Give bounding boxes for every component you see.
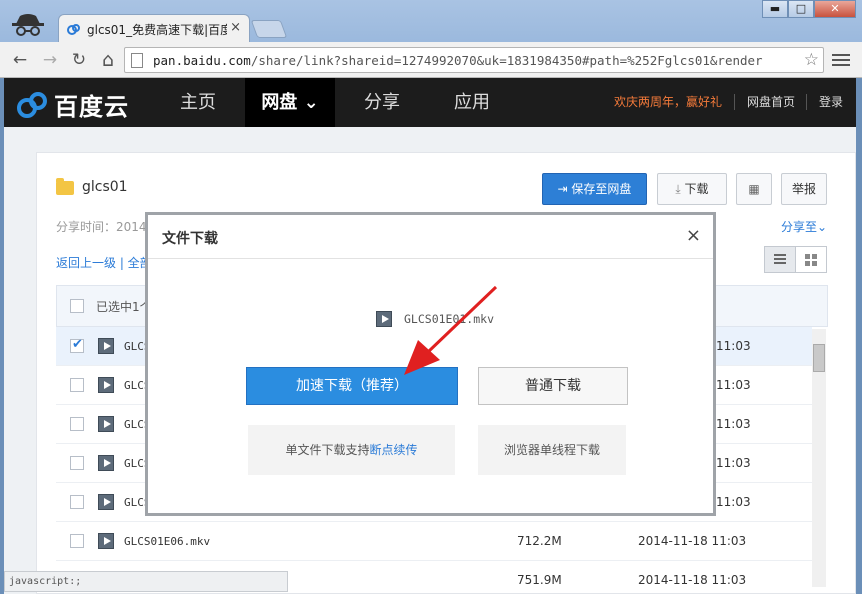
url-text: pan.baidu.com/share/link?shareid=1274992… (153, 53, 763, 68)
row-checkbox[interactable] (70, 378, 84, 392)
row-checkbox[interactable] (70, 417, 84, 431)
selected-count: 已选中1个 (96, 300, 152, 314)
forward-icon[interactable]: → (38, 48, 62, 72)
video-file-icon (98, 533, 114, 549)
promo-link[interactable]: 欢庆两周年，赢好礼 (614, 93, 722, 110)
report-button[interactable]: 举报 (781, 173, 827, 205)
file-date: 11:03 (716, 339, 751, 353)
incognito-icon (12, 14, 44, 36)
video-file-icon (98, 494, 114, 510)
row-checkbox[interactable] (70, 534, 84, 548)
home-icon[interactable]: ⌂ (96, 48, 120, 72)
window-controls: ▬ □ ✕ (762, 0, 856, 18)
qr-code-icon: ▦ (748, 182, 760, 196)
baidu-top-nav: 百度云 主页 网盘 ⌄ 分享 应用 欢庆两周年，赢好礼 网盘首页 登录 (4, 78, 856, 127)
address-bar[interactable]: pan.baidu.com/share/link?shareid=1274992… (124, 47, 824, 73)
download-button[interactable]: ⤓ 下载 (657, 173, 727, 205)
file-size: 751.9M (517, 573, 562, 587)
grid-view-icon (805, 254, 817, 266)
normal-download-tip: 浏览器单线程下载 (478, 425, 626, 475)
netdisk-home-link[interactable]: 网盘首页 (747, 93, 795, 110)
qr-code-button[interactable]: ▦ (736, 173, 772, 205)
fast-download-tip: 单文件下载支持断点续传 (248, 425, 455, 475)
folder-icon (56, 178, 74, 195)
video-file-icon (98, 377, 114, 393)
dialog-file-name: GLCS01E01.mkv (404, 312, 495, 326)
reload-icon[interactable]: ↻ (67, 48, 91, 72)
row-checkbox[interactable] (70, 456, 84, 470)
share-to-dropdown[interactable]: 分享至⌄ (781, 218, 827, 235)
row-checkbox[interactable] (70, 495, 84, 509)
close-window-button[interactable]: ✕ (814, 0, 856, 18)
nav-netdisk[interactable]: 网盘 ⌄ (245, 78, 335, 127)
file-download-dialog: 文件下载 × GLCS01E01.mkv 加速下载（推荐） 普通下载 单文件下载… (145, 212, 716, 516)
file-date: 2014-11-18 11:03 (638, 573, 747, 587)
nav-divider (734, 94, 735, 110)
normal-download-button[interactable]: 普通下载 (478, 367, 628, 405)
grid-view-button[interactable] (795, 246, 827, 273)
tab-title: glcs01_免费高速下载|百度 (87, 23, 227, 37)
video-file-icon (98, 416, 114, 432)
file-date: 11:03 (716, 378, 751, 392)
file-date: 2014-11-18 11:03 (638, 534, 747, 548)
file-size: 712.2M (517, 534, 562, 548)
login-link[interactable]: 登录 (819, 93, 843, 110)
fast-download-button[interactable]: 加速下载（推荐） (246, 367, 458, 405)
tab-close-icon[interactable]: × (230, 20, 241, 35)
page-icon (131, 53, 143, 68)
download-icon: ⤓ (675, 182, 685, 196)
baidu-cloud-favicon-icon (67, 24, 80, 35)
file-date: 11:03 (716, 456, 751, 470)
baidu-cloud-logo[interactable]: 百度云 (16, 87, 129, 122)
dialog-title: 文件下载 (162, 231, 218, 247)
breadcrumb[interactable]: 返回上一级 | 全部 (56, 254, 152, 271)
save-icon: ⇥ (557, 182, 572, 196)
video-file-icon (98, 455, 114, 471)
scrollbar-thumb[interactable] (813, 344, 825, 372)
save-to-netdisk-button[interactable]: ⇥ 保存至网盘 (542, 173, 647, 205)
browser-tab[interactable]: glcs01_免费高速下载|百度 × (58, 14, 250, 42)
new-tab-button[interactable] (250, 20, 288, 38)
list-view-button[interactable] (764, 246, 796, 273)
video-file-icon (98, 338, 114, 354)
nav-divider (806, 94, 807, 110)
bookmark-star-icon[interactable]: ☆ (804, 50, 819, 70)
row-checkbox[interactable] (70, 337, 84, 353)
folder-name: glcs01 (82, 179, 128, 195)
share-time: 分享时间：2014 (56, 220, 147, 234)
table-row[interactable]: GLCS01E06.mkv 712.2M 2014-11-18 11:03 (56, 522, 812, 561)
nav-home[interactable]: 主页 (154, 78, 242, 127)
select-all-checkbox[interactable] (70, 299, 84, 313)
list-view-icon (774, 254, 786, 264)
status-bar: javascript:; (4, 571, 288, 592)
back-icon[interactable]: ← (8, 48, 32, 72)
video-file-icon (376, 311, 392, 327)
browser-menu-icon[interactable] (832, 51, 850, 69)
maximize-button[interactable]: □ (788, 0, 814, 18)
browser-toolbar: ← → ↻ ⌂ pan.baidu.com/share/link?shareid… (0, 42, 862, 78)
file-name[interactable]: GLCS01E06.mkv (124, 535, 210, 548)
resume-download-link[interactable]: 断点续传 (370, 443, 418, 457)
logo-text: 百度云 (54, 93, 129, 121)
dialog-close-icon[interactable]: × (686, 225, 701, 246)
nav-apps[interactable]: 应用 (428, 78, 516, 127)
baidu-cloud-logo-icon (17, 91, 47, 118)
file-date: 11:03 (716, 495, 751, 509)
minimize-button[interactable]: ▬ (762, 0, 788, 18)
nav-share[interactable]: 分享 (338, 78, 426, 127)
dialog-header: 文件下载 × (148, 215, 713, 259)
file-date: 11:03 (716, 417, 751, 431)
